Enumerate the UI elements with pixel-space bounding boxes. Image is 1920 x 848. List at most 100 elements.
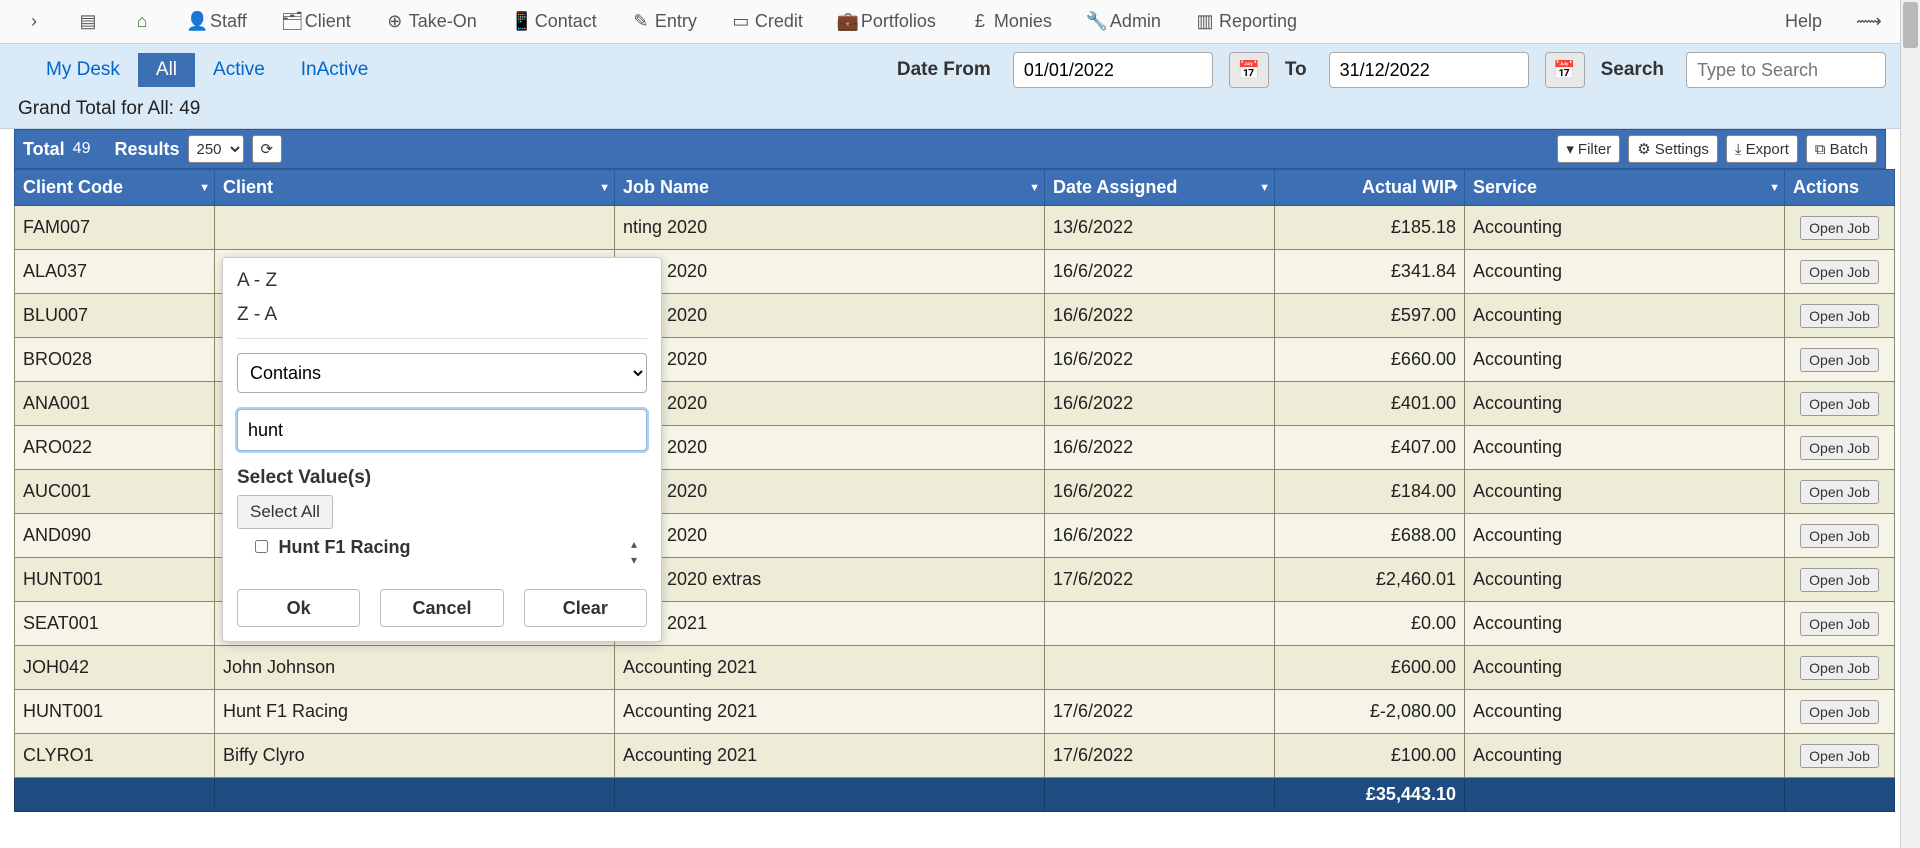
nav-credit[interactable]: ▭Credit [717, 5, 817, 38]
filter-option-checkbox[interactable] [255, 540, 268, 553]
filter-cancel-button[interactable]: Cancel [380, 589, 503, 627]
date-to-label: To [1285, 59, 1307, 81]
open-job-button[interactable]: Open Job [1800, 348, 1879, 372]
nav-forward[interactable]: › [10, 5, 58, 38]
open-job-button[interactable]: Open Job [1800, 524, 1879, 548]
cell-actual-wip: £600.00 [1275, 646, 1465, 690]
nav-folder[interactable]: ▤ [64, 5, 112, 38]
select-all-button[interactable]: Select All [237, 495, 333, 529]
open-job-button[interactable]: Open Job [1800, 656, 1879, 680]
table-toolbar: Total 49 Results 250 ⟳ ▾Filter ⚙Settings… [14, 129, 1886, 169]
cell-date-assigned: 16/6/2022 [1045, 250, 1275, 294]
open-job-button[interactable]: Open Job [1800, 392, 1879, 416]
cell-actions: Open Job [1785, 206, 1895, 250]
tab-all[interactable]: All [138, 53, 195, 87]
tab-inactive[interactable]: InActive [283, 53, 387, 87]
card-icon: ▭ [731, 11, 751, 32]
date-from-input[interactable] [1013, 52, 1213, 88]
total-value: 49 [73, 140, 91, 158]
nav-staff-label: Staff [210, 11, 247, 32]
cell-actual-wip: £401.00 [1275, 382, 1465, 426]
open-job-button[interactable]: Open Job [1800, 260, 1879, 284]
cell-job-name: nting 2020 [615, 206, 1045, 250]
col-date-assigned[interactable]: Date Assigned▼ [1045, 170, 1275, 206]
tab-active[interactable]: Active [195, 53, 283, 87]
date-to-picker-button[interactable]: 📅 [1545, 52, 1585, 88]
cell-job-name: nting 2020 [615, 382, 1045, 426]
grand-total: Grand Total for All: 49 [18, 98, 1886, 120]
open-job-button[interactable]: Open Job [1800, 568, 1879, 592]
cell-actions: Open Job [1785, 382, 1895, 426]
values-scroll[interactable]: ▴ ▾ [631, 537, 637, 567]
chevron-down-icon: ▼ [1259, 182, 1270, 194]
nav-monies[interactable]: £Monies [956, 5, 1066, 38]
filter-ok-button[interactable]: Ok [237, 589, 360, 627]
cell-date-assigned: 13/6/2022 [1045, 206, 1275, 250]
grand-total-value: 49 [179, 98, 200, 119]
filter-value-input[interactable] [237, 409, 647, 451]
vertical-scrollbar[interactable] [1900, 0, 1920, 848]
search-input[interactable] [1686, 52, 1886, 88]
cell-actions: Open Job [1785, 646, 1895, 690]
nav-portfolios[interactable]: 💼Portfolios [823, 5, 950, 38]
cell-client-code: JOH042 [15, 646, 215, 690]
tab-mydesk[interactable]: My Desk [28, 53, 138, 87]
cell-actions: Open Job [1785, 250, 1895, 294]
nav-reporting[interactable]: ▥Reporting [1181, 5, 1311, 38]
filter-mode-select[interactable]: Contains [237, 353, 647, 393]
nav-credit-label: Credit [755, 11, 803, 32]
search-label: Search [1601, 59, 1664, 81]
cell-client-code: AUC001 [15, 470, 215, 514]
cell-client-code: HUNT001 [15, 690, 215, 734]
nav-link[interactable]: ⟿ [1842, 5, 1890, 38]
cell-actions: Open Job [1785, 734, 1895, 778]
nav-staff[interactable]: 👤Staff [172, 5, 261, 38]
refresh-button[interactable]: ⟳ [252, 135, 283, 163]
batch-button[interactable]: ⧉Batch [1806, 135, 1877, 163]
nav-contact-label: Contact [535, 11, 597, 32]
open-job-button[interactable]: Open Job [1800, 436, 1879, 460]
sort-az[interactable]: A - Z [237, 264, 647, 298]
cell-service: Accounting [1465, 602, 1785, 646]
open-job-button[interactable]: Open Job [1800, 216, 1879, 240]
nav-client[interactable]: 🗂Client [267, 5, 365, 38]
col-client[interactable]: Client▼ [215, 170, 615, 206]
cell-service: Accounting [1465, 558, 1785, 602]
scrollbar-thumb[interactable] [1903, 2, 1918, 48]
calendar-icon: 📅 [1238, 60, 1260, 81]
cell-service: Accounting [1465, 294, 1785, 338]
table-row: FAM007nting 202013/6/2022£185.18Accounti… [15, 206, 1895, 250]
nav-admin[interactable]: 🔧Admin [1072, 5, 1175, 38]
open-job-button[interactable]: Open Job [1800, 700, 1879, 724]
cell-service: Accounting [1465, 646, 1785, 690]
col-service[interactable]: Service▼ [1465, 170, 1785, 206]
cell-service: Accounting [1465, 514, 1785, 558]
sort-za[interactable]: Z - A [237, 298, 647, 332]
briefcase-icon: 💼 [837, 11, 857, 32]
nav-help[interactable]: Help [1771, 5, 1836, 38]
view-tabs: My Desk All Active InActive [28, 53, 386, 87]
results-per-page-select[interactable]: 250 [188, 135, 244, 163]
col-client-code[interactable]: Client Code▼ [15, 170, 215, 206]
export-button[interactable]: ⤓Export [1726, 135, 1798, 163]
col-actual-wip[interactable]: Actual WIP▼ [1275, 170, 1465, 206]
cell-actual-wip: £0.00 [1275, 602, 1465, 646]
date-from-picker-button[interactable]: 📅 [1229, 52, 1269, 88]
nav-contact[interactable]: 📱Contact [497, 5, 611, 38]
nav-entry[interactable]: ✎Entry [617, 5, 711, 38]
open-job-button[interactable]: Open Job [1800, 744, 1879, 768]
open-job-button[interactable]: Open Job [1800, 304, 1879, 328]
cell-job-name: nting 2020 [615, 426, 1045, 470]
nav-home[interactable]: ⌂ [118, 5, 166, 38]
open-job-button[interactable]: Open Job [1800, 612, 1879, 636]
settings-button[interactable]: ⚙Settings [1628, 135, 1718, 163]
cell-service: Accounting [1465, 470, 1785, 514]
col-job-name[interactable]: Job Name▼ [615, 170, 1045, 206]
cell-actions: Open Job [1785, 558, 1895, 602]
filter-button[interactable]: ▾Filter [1557, 135, 1620, 163]
open-job-button[interactable]: Open Job [1800, 480, 1879, 504]
nav-takeon[interactable]: ⊕Take-On [371, 5, 491, 38]
filter-clear-button[interactable]: Clear [524, 589, 647, 627]
date-to-input[interactable] [1329, 52, 1529, 88]
cell-service: Accounting [1465, 734, 1785, 778]
